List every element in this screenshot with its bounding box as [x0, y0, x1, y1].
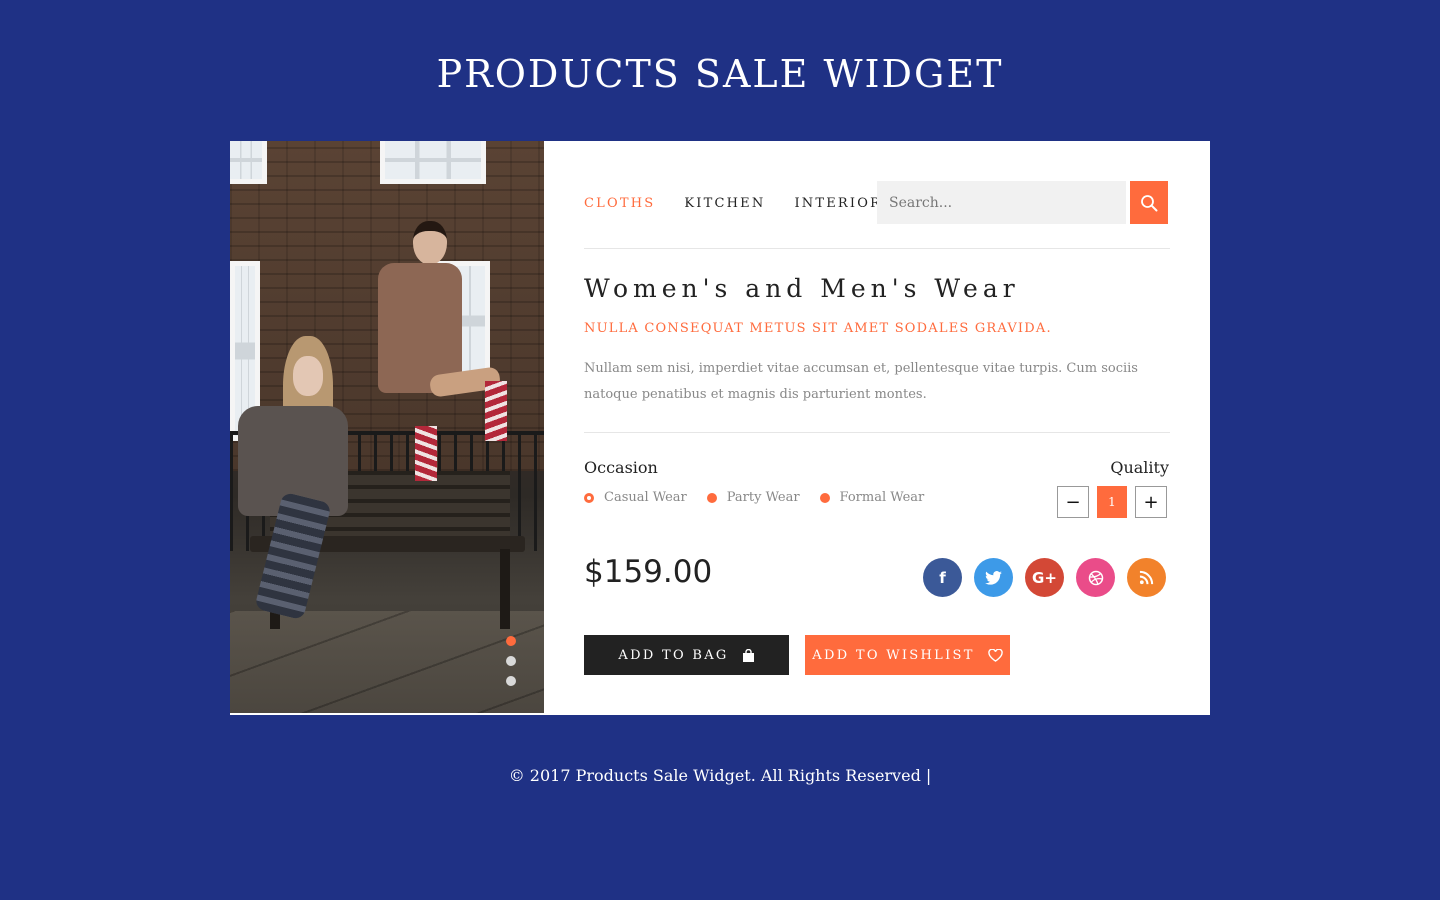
- search-icon: [1141, 194, 1158, 211]
- shopping-bag-icon: [742, 648, 754, 662]
- option-label: Party Wear: [726, 490, 800, 505]
- radio-icon: [819, 492, 830, 503]
- next-arrow-icon[interactable]: ⟶: [496, 711, 528, 714]
- search-button[interactable]: [1130, 181, 1168, 224]
- product-price: $159.00: [584, 554, 713, 590]
- search-bar: [877, 181, 1168, 224]
- add-to-bag-label: ADD TO BAG: [618, 647, 729, 663]
- search-input[interactable]: [877, 181, 1126, 224]
- add-to-wishlist-button[interactable]: ADD TO WISHLIST: [805, 635, 1010, 675]
- photo-window: [230, 141, 267, 184]
- option-label: Formal Wear: [839, 490, 925, 505]
- quantity-label: Quality: [1110, 458, 1169, 477]
- product-image: ⟶ ⟵: [230, 141, 544, 713]
- page-title: PRODUCTS SALE WIDGET: [436, 52, 1004, 96]
- quantity-value[interactable]: 1: [1097, 486, 1127, 518]
- add-to-wishlist-label: ADD TO WISHLIST: [812, 647, 975, 663]
- footer-copyright: © 2017 Products Sale Widget. All Rights …: [508, 766, 932, 785]
- photo-window: [380, 141, 486, 184]
- option-label: Casual Wear: [604, 490, 687, 505]
- product-details: CLOTHS KITCHEN INTERIOR Women's and Men'…: [544, 141, 1210, 715]
- occasion-option-casual[interactable]: Casual Wear: [584, 490, 687, 505]
- slider-dots: [506, 636, 516, 696]
- product-subtitle: NULLA CONSEQUAT METUS SIT AMET SODALES G…: [584, 321, 1052, 336]
- facebook-icon[interactable]: f: [923, 558, 962, 597]
- occasion-label: Occasion: [584, 458, 658, 477]
- increment-button[interactable]: +: [1135, 486, 1167, 518]
- twitter-icon[interactable]: [974, 558, 1013, 597]
- product-widget: ⟶ ⟵ CLOTHS KITCHEN INTERIOR Women's a: [230, 141, 1210, 715]
- slider-dot[interactable]: [506, 656, 516, 666]
- product-description: Nullam sem nisi, imperdiet vitae accumsa…: [584, 361, 1138, 402]
- nav-item-kitchen[interactable]: KITCHEN: [684, 196, 765, 211]
- category-nav: CLOTHS KITCHEN INTERIOR: [584, 196, 911, 211]
- slider-dot[interactable]: [506, 676, 516, 686]
- dribbble-icon[interactable]: [1076, 558, 1115, 597]
- radio-selected-icon: [584, 492, 594, 503]
- decrement-button[interactable]: −: [1057, 486, 1089, 518]
- slider-dot[interactable]: [506, 636, 516, 646]
- divider: [584, 248, 1170, 249]
- add-to-bag-button[interactable]: ADD TO BAG: [584, 635, 789, 675]
- occasion-option-formal[interactable]: Formal Wear: [819, 490, 925, 505]
- photo-bench-leg: [500, 549, 510, 629]
- photo-model-man: [370, 221, 510, 521]
- google-plus-icon[interactable]: G+: [1025, 558, 1064, 597]
- photo-model-woman: [238, 336, 368, 636]
- occasion-options: Casual Wear Party Wear Formal Wear: [584, 490, 944, 505]
- radio-icon: [706, 492, 717, 503]
- occasion-option-party[interactable]: Party Wear: [706, 490, 800, 505]
- nav-item-cloths[interactable]: CLOTHS: [584, 196, 655, 211]
- nav-item-interior[interactable]: INTERIOR: [794, 196, 882, 211]
- product-title: Women's and Men's Wear: [584, 274, 1020, 303]
- heart-icon: [988, 648, 1003, 662]
- divider: [584, 432, 1170, 433]
- quantity-stepper: − 1 +: [1057, 486, 1167, 518]
- rss-icon[interactable]: [1127, 558, 1166, 597]
- social-share: f G+: [923, 558, 1178, 597]
